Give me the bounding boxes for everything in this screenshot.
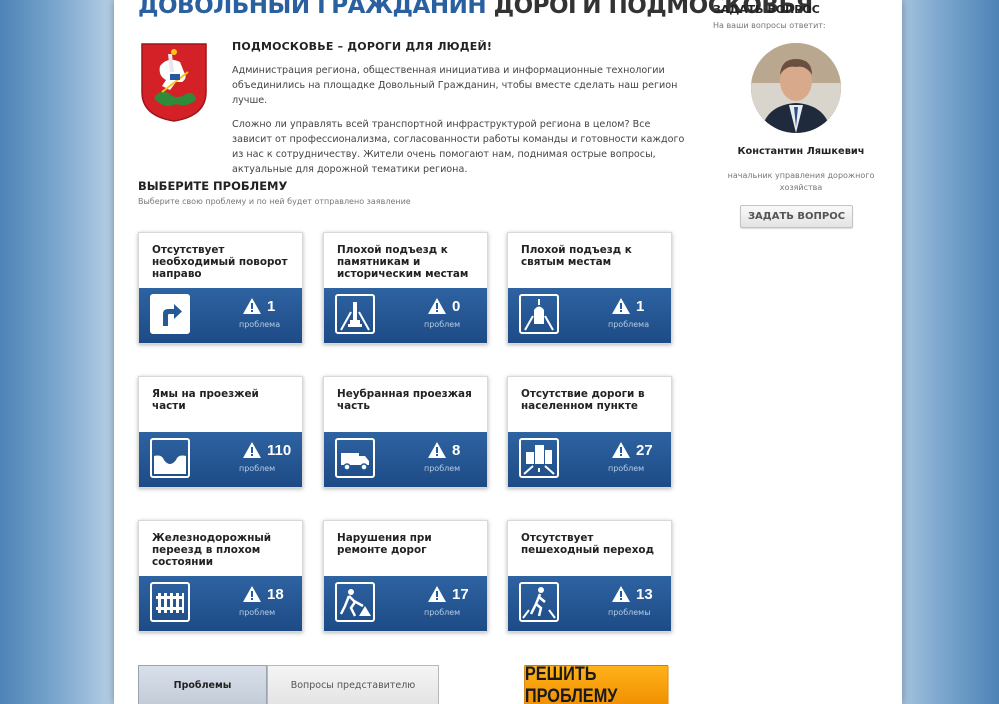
sidebar-subtitle: На ваши вопросы ответит: xyxy=(713,21,826,30)
warning-icon xyxy=(243,442,261,458)
problem-tile-title: Ямы на проезжей части xyxy=(152,388,259,412)
problem-count: 1 xyxy=(242,296,275,316)
choose-problem-subtitle: Выберите свою проблему и по ней будет от… xyxy=(138,197,411,206)
problem-count-unit: проблем xyxy=(424,320,461,329)
problem-tile-title: Железнодорожный переезд в плохом состоян… xyxy=(152,532,272,568)
problem-tile-footer: 1 проблема xyxy=(139,288,302,343)
church-icon xyxy=(519,294,559,334)
problem-count-unit: проблема xyxy=(239,320,281,329)
problem-count: 18 xyxy=(242,584,284,604)
problem-tile[interactable]: Нарушения при ремонте дорог 17 проблем xyxy=(323,520,488,632)
warning-icon xyxy=(612,442,630,458)
ask-question-sidebar: ЗАДАТЬ ВОПРОС На ваши вопросы ответит: К… xyxy=(713,0,889,228)
problem-tile-footer: 27 проблем xyxy=(508,432,671,487)
problem-tile-title: Нарушения при ремонте дорог xyxy=(337,532,432,556)
monument-icon xyxy=(335,294,375,334)
problem-count-unit: проблем xyxy=(424,608,461,617)
problem-count-unit: проблем xyxy=(239,608,276,617)
warning-icon xyxy=(428,442,446,458)
problem-tile-title: Плохой подъезд к святым местам xyxy=(521,244,632,268)
problem-tile-title: Неубранная проезжая часть xyxy=(337,388,472,412)
buildings-road-icon xyxy=(519,438,559,478)
problem-tile[interactable]: Железнодорожный переезд в плохом состоян… xyxy=(138,520,303,632)
representative-name: Константин Ляшкевич xyxy=(737,146,865,157)
turn-right-icon xyxy=(150,294,190,334)
problem-tile[interactable]: Неубранная проезжая часть 8 проблем xyxy=(323,376,488,488)
problem-tile[interactable]: Плохой подъезд к памятникам и историческ… xyxy=(323,232,488,344)
representative-role: начальник управления дорожного хозяйства xyxy=(727,171,875,192)
warning-icon xyxy=(612,298,630,314)
choose-problem-section: ВЫБЕРИТЕ ПРОБЛЕМУ Выберите свою проблему… xyxy=(138,179,411,206)
ask-question-button[interactable]: ЗАДАТЬ ВОПРОС xyxy=(740,205,853,228)
tab-problems[interactable]: Проблемы xyxy=(138,665,267,704)
page-title-brand: ДОВОЛЬНЫЙ ГРАЖДАНИН xyxy=(138,0,487,19)
coat-of-arms-icon xyxy=(140,42,208,122)
page-title: ДОВОЛЬНЫЙ ГРАЖДАНИН ДОРОГИ ПОДМОСКОВЬЯ xyxy=(138,0,813,20)
intro-paragraph: Сложно ли управлять всей транспортной ин… xyxy=(232,119,685,175)
intro: ПОДМОСКОВЬЕ – ДОРОГИ ДЛЯ ЛЮДЕЙ! Админист… xyxy=(232,40,690,186)
problem-tile[interactable]: Плохой подъезд к святым местам 1 проблем… xyxy=(507,232,672,344)
intro-heading: ПОДМОСКОВЬЕ – ДОРОГИ ДЛЯ ЛЮДЕЙ! xyxy=(232,40,493,53)
problem-count-unit: проблем xyxy=(424,464,461,473)
problem-tile[interactable]: Отсутствует пешеходный переход 13 пробле… xyxy=(507,520,672,632)
warning-icon xyxy=(612,586,630,602)
problem-count: 17 xyxy=(427,584,469,604)
problem-tile-title: Отсутствует необходимый поворот направо xyxy=(152,244,288,280)
intro-paragraph: Администрация региона, общественная иниц… xyxy=(232,65,678,106)
problem-tile-footer: 8 проблем xyxy=(324,432,487,487)
pedestrian-crossing-icon xyxy=(519,582,559,622)
choose-problem-title: ВЫБЕРИТЕ ПРОБЛЕМУ xyxy=(138,179,288,193)
problem-tile-footer: 18 проблем xyxy=(139,576,302,631)
truck-icon xyxy=(335,438,375,478)
problem-count-unit: проблем xyxy=(608,464,645,473)
warning-icon xyxy=(243,298,261,314)
tab-questions[interactable]: Вопросы представителю xyxy=(267,665,439,704)
railway-crossing-icon xyxy=(150,582,190,622)
problem-tile-title: Отсутствие дороги в населенном пункте xyxy=(521,388,645,412)
problem-count: 110 xyxy=(242,440,291,460)
road-works-icon xyxy=(335,582,375,622)
page: ДОВОЛЬНЫЙ ГРАЖДАНИН ДОРОГИ ПОДМОСКОВЬЯ П… xyxy=(114,0,902,704)
solve-problem-button[interactable]: РЕШИТЬ ПРОБЛЕМУ xyxy=(524,664,669,704)
problem-count-unit: проблем xyxy=(239,464,276,473)
problem-tile-title: Плохой подъезд к памятникам и историческ… xyxy=(337,244,469,280)
problem-tile[interactable]: Отсутствие дороги в населенном пункте 27… xyxy=(507,376,672,488)
problem-count: 27 xyxy=(611,440,653,460)
bottom-tabs: Проблемы Вопросы представителю xyxy=(138,665,439,704)
problem-count: 8 xyxy=(427,440,460,460)
warning-icon xyxy=(428,298,446,314)
pothole-icon xyxy=(150,438,190,478)
problem-tile[interactable]: Отсутствует необходимый поворот направо … xyxy=(138,232,303,344)
warning-icon xyxy=(428,586,446,602)
problem-count: 1 xyxy=(611,296,644,316)
problem-tile[interactable]: Ямы на проезжей части 110 проблем xyxy=(138,376,303,488)
problem-tile-footer: 13 проблемы xyxy=(508,576,671,631)
sidebar-title: ЗАДАТЬ ВОПРОС xyxy=(713,3,820,16)
problem-tile-footer: 1 проблема xyxy=(508,288,671,343)
problem-count-unit: проблемы xyxy=(608,608,651,617)
problem-tile-footer: 0 проблем xyxy=(324,288,487,343)
avatar xyxy=(751,43,841,133)
problem-tile-footer: 17 проблем xyxy=(324,576,487,631)
problem-count-unit: проблема xyxy=(608,320,650,329)
problem-count: 13 xyxy=(611,584,653,604)
problem-tile-title: Отсутствует пешеходный переход xyxy=(521,532,654,556)
problem-tile-footer: 110 проблем xyxy=(139,432,302,487)
problem-count: 0 xyxy=(427,296,460,316)
warning-icon xyxy=(243,586,261,602)
